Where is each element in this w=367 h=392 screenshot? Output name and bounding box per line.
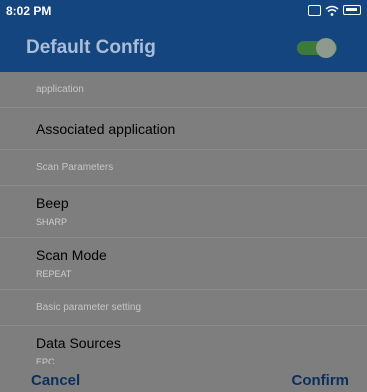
data-sources-title: Data Sources xyxy=(36,335,121,351)
beep-title: Beep xyxy=(36,195,69,211)
settings-list: application Associated application Scan … xyxy=(0,72,367,378)
status-icons xyxy=(308,4,361,16)
toggle-knob xyxy=(316,38,336,58)
battery-icon xyxy=(343,5,361,15)
scan-icon xyxy=(308,4,321,16)
beep-row[interactable]: Beep SHARP xyxy=(0,186,367,238)
page-title: Default Config xyxy=(26,37,156,58)
wifi-icon xyxy=(325,4,339,16)
scan-mode-title: Scan Mode xyxy=(36,247,107,263)
cancel-button[interactable]: Cancel xyxy=(31,372,80,389)
section-application: application xyxy=(0,72,367,108)
section-scan-parameters: Scan Parameters xyxy=(0,150,367,186)
status-bar: 8:02 PM xyxy=(0,0,367,24)
scan-mode-value: REPEAT xyxy=(36,269,72,279)
enable-toggle[interactable] xyxy=(297,38,337,58)
associated-application-row[interactable]: Associated application xyxy=(0,108,367,150)
app-header: Default Config xyxy=(0,24,367,72)
dialog-footer: Cancel Confirm xyxy=(0,364,367,392)
status-time: 8:02 PM xyxy=(6,4,52,18)
scan-mode-row[interactable]: Scan Mode REPEAT xyxy=(0,238,367,290)
confirm-button[interactable]: Confirm xyxy=(292,372,350,389)
beep-value: SHARP xyxy=(36,217,68,227)
section-basic-parameter-setting: Basic parameter setting xyxy=(0,290,367,326)
